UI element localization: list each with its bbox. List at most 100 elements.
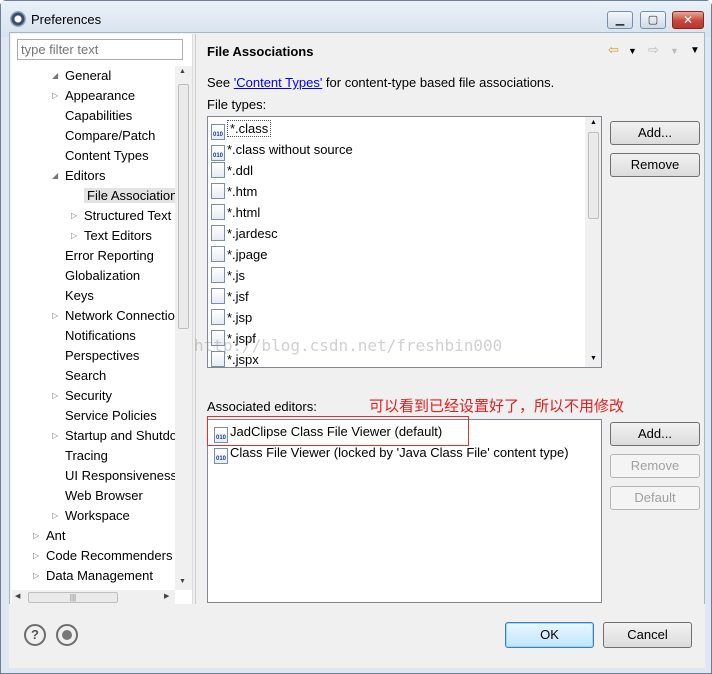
file-type-row[interactable]: *.html [211, 203, 260, 223]
collapse-arrow-icon[interactable]: ◢ [52, 66, 58, 86]
filter-input[interactable] [17, 39, 183, 60]
close-button[interactable]: ✕ [672, 11, 704, 29]
tree-item[interactable]: Content Types [65, 146, 149, 166]
expand-arrow-icon[interactable]: ▷ [71, 206, 77, 226]
tree-item[interactable]: Keys [65, 286, 94, 306]
tree-item[interactable]: UI Responsiveness [65, 466, 175, 486]
tree-item[interactable]: ▷ Startup and Shutdown [52, 426, 175, 446]
maximize-button[interactable]: ▢ [640, 11, 666, 29]
tree-item[interactable]: ▷ Workspace [52, 506, 130, 526]
tree-item[interactable]: Search [65, 366, 106, 386]
import-export-icon[interactable] [56, 624, 78, 646]
editors-add-button[interactable]: Add... [610, 422, 700, 446]
file-types-remove-button[interactable]: Remove [610, 153, 700, 177]
expand-arrow-icon[interactable]: ▷ [52, 306, 58, 326]
file-type-row[interactable]: *.jsp [211, 308, 252, 328]
scroll-down-icon[interactable]: ▼ [179, 578, 186, 585]
file-type-label: *.html [227, 205, 261, 220]
file-type-label: *.class without source [227, 142, 353, 157]
tree-item[interactable]: Notifications [65, 326, 136, 346]
hint-prefix: See [207, 75, 234, 90]
help-icon[interactable]: ? [24, 624, 46, 646]
back-arrow-icon[interactable]: ⇦ [608, 42, 619, 58]
forward-arrow-icon[interactable]: ⇨ [648, 42, 659, 58]
tree-item[interactable]: Globalization [65, 266, 140, 286]
associated-editors-list[interactable]: 010 JadClipse Class File Viewer (default)… [207, 419, 602, 603]
tree-item[interactable]: Tracing [65, 446, 108, 466]
file-type-row[interactable]: *.htm [211, 182, 257, 202]
tree-hscroll-thumb[interactable]: ||| [28, 592, 118, 603]
tree-item[interactable]: Capabilities [65, 106, 132, 126]
scroll-left-icon[interactable]: ◀ [15, 592, 20, 600]
file-icon [211, 246, 225, 262]
editors-default-button[interactable]: Default [610, 486, 700, 510]
editors-remove-button[interactable]: Remove [610, 454, 700, 478]
collapse-arrow-icon[interactable]: ◢ [52, 166, 58, 186]
tree-item[interactable]: Compare/Patch [65, 126, 155, 146]
file-type-label: *.ddl [227, 163, 254, 178]
scroll-up-icon[interactable]: ▲ [179, 68, 186, 75]
tree-item[interactable]: Error Reporting [65, 246, 154, 266]
back-menu-chevron-icon[interactable]: ▼ [628, 46, 637, 56]
expand-arrow-icon[interactable]: ▷ [33, 566, 39, 586]
expand-arrow-icon[interactable]: ▷ [33, 546, 39, 566]
tree-item[interactable]: ▷ Network Connections [52, 306, 175, 326]
tree-item[interactable]: ▷ Appearance [52, 86, 135, 106]
tree-item[interactable]: Perspectives [65, 346, 139, 366]
panel-sash[interactable] [195, 34, 196, 605]
expand-arrow-icon[interactable]: ▷ [52, 506, 58, 526]
expand-arrow-icon[interactable]: ▷ [52, 86, 58, 106]
tree-item-label: Workspace [65, 508, 130, 523]
file-types-add-button[interactable]: Add... [610, 121, 700, 145]
content-types-link[interactable]: 'Content Types' [234, 75, 323, 90]
file-type-row[interactable]: *.jsf [211, 287, 249, 307]
file-types-scrollbar[interactable]: ▲ ▼ [585, 117, 601, 367]
expand-arrow-icon[interactable]: ▷ [52, 386, 58, 406]
scroll-down-icon[interactable]: ▼ [590, 355, 597, 362]
scroll-up-icon[interactable]: ▲ [590, 119, 597, 126]
tree-item[interactable]: ▷ Data Management [33, 566, 153, 586]
file-type-label: *.class [227, 120, 272, 137]
file-types-list[interactable]: *.jspx *.jspf *.jsp *.jsf *.js *.jpage *.jarde… [207, 116, 602, 368]
preference-tree-panel: ◢ General ▷ Appearance Capabilities Compare/P… [11, 34, 193, 605]
tree-item[interactable]: Service Policies [65, 406, 157, 426]
tree-item[interactable]: ◢ General [52, 66, 111, 86]
editor-row[interactable]: 010 Class File Viewer (locked by 'Java Cl… [214, 443, 569, 464]
tree-item[interactable]: Web Browser [65, 486, 143, 506]
file-type-row[interactable]: *.jpage [211, 245, 267, 265]
expand-arrow-icon[interactable]: ▷ [52, 426, 58, 446]
file-type-row[interactable]: *.js [211, 266, 245, 286]
tree-horizontal-scrollbar[interactable]: ◀ ||| ▶ [12, 590, 175, 605]
file-type-row[interactable]: *.jardesc [211, 224, 278, 244]
tree-item[interactable]: ▷ Security [52, 386, 112, 406]
tree-item-label: Network Connections [65, 308, 175, 323]
file-type-row[interactable]: *.ddl [211, 161, 253, 181]
minimize-button[interactable]: ▁ [607, 11, 633, 29]
tree-item[interactable]: ▷ Text Editors [71, 226, 152, 246]
tree-item[interactable]: ◢ Editors [52, 166, 105, 186]
file-type-row[interactable]: 010 *.class [211, 119, 272, 140]
expand-arrow-icon[interactable]: ▷ [71, 226, 77, 246]
ok-button[interactable]: OK [505, 622, 594, 648]
tree-vertical-scrollbar[interactable]: ▲ ▼ [175, 66, 192, 590]
tree-item-label: Capabilities [65, 108, 133, 123]
tree-item[interactable]: File Associations [84, 186, 175, 206]
forward-menu-chevron-icon[interactable]: ▼ [670, 46, 679, 56]
cancel-button[interactable]: Cancel [603, 622, 692, 648]
tree-item[interactable]: ▷ Structured Text [71, 206, 171, 226]
preference-tree: ◢ General ▷ Appearance Capabilities Compare/P… [12, 66, 175, 588]
dialog-button-bar: ? OK Cancel [9, 604, 705, 668]
scroll-right-icon[interactable]: ▶ [164, 592, 169, 600]
file-icon [211, 288, 225, 304]
tree-scroll-thumb[interactable] [178, 84, 189, 329]
tree-item[interactable]: ▷ Code Recommenders [33, 546, 172, 566]
file-icon [211, 267, 225, 283]
class-file-icon: 010 [211, 124, 225, 140]
expand-arrow-icon[interactable]: ▷ [33, 526, 39, 546]
file-type-row[interactable]: 010 *.class without source [211, 140, 353, 161]
file-type-label: *.jpage [227, 247, 268, 262]
view-menu-icon[interactable]: ▼ [690, 45, 700, 56]
file-types-scroll-thumb[interactable] [588, 132, 599, 219]
tree-item[interactable]: ▷ Ant [33, 526, 66, 546]
file-associations-page: File Associations ⇦ ▼ ⇨ ▼ ▼ See 'Content… [198, 34, 704, 605]
